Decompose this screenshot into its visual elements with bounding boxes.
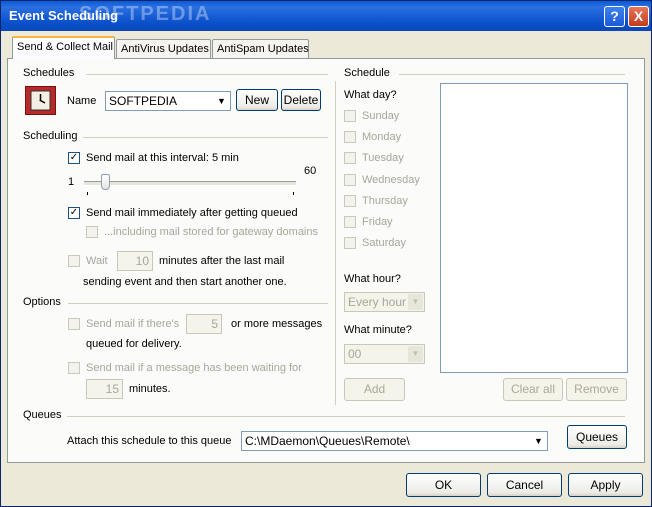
day-checkbox-thursday[interactable] bbox=[344, 195, 356, 207]
interval-checkbox[interactable]: ✓ bbox=[68, 152, 80, 164]
day-checkbox-wednesday[interactable] bbox=[344, 174, 356, 186]
schedules-divider bbox=[86, 74, 328, 75]
slider-thumb[interactable] bbox=[101, 174, 110, 190]
clear-all-button[interactable]: Clear all bbox=[503, 378, 563, 401]
scheduling-divider bbox=[83, 137, 328, 138]
scheduling-section-label: Scheduling bbox=[23, 130, 78, 142]
chevron-down-icon[interactable]: ▼ bbox=[531, 433, 546, 449]
day-checkbox-friday[interactable] bbox=[344, 216, 356, 228]
help-button[interactable]: ? bbox=[604, 6, 625, 27]
what-hour-label: What hour? bbox=[344, 273, 401, 285]
queues-divider bbox=[67, 416, 625, 417]
gateway-label: ...including mail stored for gateway dom… bbox=[104, 226, 318, 238]
day-label-monday: Monday bbox=[362, 131, 402, 143]
schedule-divider-vertical bbox=[335, 81, 336, 405]
wait-checkbox[interactable] bbox=[68, 255, 80, 267]
schedule-name-dropdown[interactable]: SOFTPEDIA ▼ bbox=[105, 91, 231, 111]
apply-button[interactable]: Apply bbox=[568, 473, 643, 497]
day-checkbox-monday[interactable] bbox=[344, 131, 356, 143]
slider-tick-max bbox=[293, 192, 294, 195]
slider-tick-min bbox=[87, 192, 88, 195]
chevron-down-icon[interactable]: ▼ bbox=[408, 294, 423, 310]
ok-button[interactable]: OK bbox=[406, 473, 481, 497]
add-button[interactable]: Add bbox=[344, 378, 405, 401]
chevron-down-icon[interactable]: ▼ bbox=[408, 346, 423, 362]
queue-value: C:\MDaemon\Queues\Remote\ bbox=[245, 434, 410, 448]
wait-suffix-label: minutes after the last mail bbox=[159, 255, 285, 267]
day-label-saturday: Saturday bbox=[362, 237, 407, 249]
name-label: Name bbox=[67, 95, 97, 107]
day-label-sunday: Sunday bbox=[362, 110, 400, 122]
schedule-list[interactable] bbox=[440, 83, 628, 373]
tab-send-collect-mail[interactable]: Send & Collect Mail bbox=[12, 36, 115, 59]
immediate-checkbox[interactable]: ✓ bbox=[68, 207, 80, 219]
close-button[interactable]: X bbox=[628, 6, 649, 27]
day-checkbox-tuesday[interactable] bbox=[344, 152, 356, 164]
slider-track bbox=[84, 181, 296, 186]
tab-antivirus-updates[interactable]: AntiVirus Updates bbox=[116, 39, 211, 58]
wait-label: Wait bbox=[86, 255, 108, 267]
message-count-label: Send mail if there's bbox=[86, 318, 180, 330]
day-label-wednesday: Wednesday bbox=[362, 174, 420, 186]
wait-suffix-label-2: sending event and then start another one… bbox=[83, 276, 287, 288]
message-waiting-checkbox[interactable] bbox=[68, 362, 80, 374]
day-label-friday: Friday bbox=[362, 216, 393, 228]
message-count-checkbox[interactable] bbox=[68, 318, 80, 330]
queue-dropdown[interactable]: C:\MDaemon\Queues\Remote\ ▼ bbox=[241, 431, 548, 451]
schedule-section-label: Schedule bbox=[344, 67, 390, 79]
what-day-label: What day? bbox=[344, 89, 397, 101]
minute-value: 00 bbox=[348, 347, 362, 361]
message-count-input[interactable]: 5 bbox=[186, 314, 222, 334]
options-divider bbox=[68, 303, 328, 304]
hour-dropdown[interactable]: Every hour ▼ bbox=[344, 292, 425, 312]
what-minute-label: What minute? bbox=[344, 324, 412, 336]
remove-button[interactable]: Remove bbox=[566, 378, 627, 401]
immediate-label: Send mail immediately after getting queu… bbox=[86, 207, 298, 219]
queues-button[interactable]: Queues bbox=[567, 425, 627, 449]
schedule-divider bbox=[399, 74, 625, 75]
chevron-down-icon[interactable]: ▼ bbox=[214, 93, 229, 109]
wait-minutes-input[interactable]: 10 bbox=[117, 251, 153, 271]
message-waiting-input[interactable]: 15 bbox=[86, 379, 123, 399]
day-checkbox-saturday[interactable] bbox=[344, 237, 356, 249]
schedule-name-value: SOFTPEDIA bbox=[109, 94, 178, 108]
new-button[interactable]: New bbox=[236, 89, 278, 111]
attach-queue-label: Attach this schedule to this queue bbox=[67, 435, 232, 447]
message-waiting-suffix: minutes. bbox=[129, 383, 171, 395]
day-label-thursday: Thursday bbox=[362, 195, 408, 207]
slider-max-label: 60 bbox=[304, 165, 317, 177]
event-scheduling-window: Event Scheduling SOFTPEDIA ? X Send & Co… bbox=[0, 0, 652, 507]
delete-button[interactable]: Delete bbox=[281, 89, 321, 111]
clock-icon bbox=[25, 86, 56, 115]
hour-value: Every hour bbox=[348, 295, 407, 309]
message-count-suffix: or more messages bbox=[231, 318, 323, 330]
slider-min-label: 1 bbox=[68, 176, 75, 188]
title-bar[interactable]: Event Scheduling SOFTPEDIA ? X bbox=[1, 1, 651, 31]
interval-slider[interactable] bbox=[84, 173, 298, 195]
message-waiting-label: Send mail if a message has been waiting … bbox=[86, 362, 302, 374]
options-section-label: Options bbox=[23, 296, 61, 308]
message-count-suffix-2: queued for delivery. bbox=[86, 338, 182, 350]
minute-dropdown[interactable]: 00 ▼ bbox=[344, 344, 425, 364]
tab-antispam-updates[interactable]: AntiSpam Updates bbox=[212, 39, 309, 58]
interval-label: Send mail at this interval: 5 min bbox=[86, 152, 239, 164]
gateway-checkbox[interactable] bbox=[86, 226, 98, 238]
softpedia-watermark: SOFTPEDIA bbox=[79, 3, 212, 25]
cancel-button[interactable]: Cancel bbox=[487, 473, 562, 497]
day-label-tuesday: Tuesday bbox=[362, 152, 404, 164]
tab-panel: Schedules Name SOFTPEDIA ▼ New Delete Sc… bbox=[7, 58, 645, 463]
schedules-section-label: Schedules bbox=[23, 67, 75, 79]
day-checkbox-sunday[interactable] bbox=[344, 110, 356, 122]
queues-section-label: Queues bbox=[23, 409, 62, 421]
